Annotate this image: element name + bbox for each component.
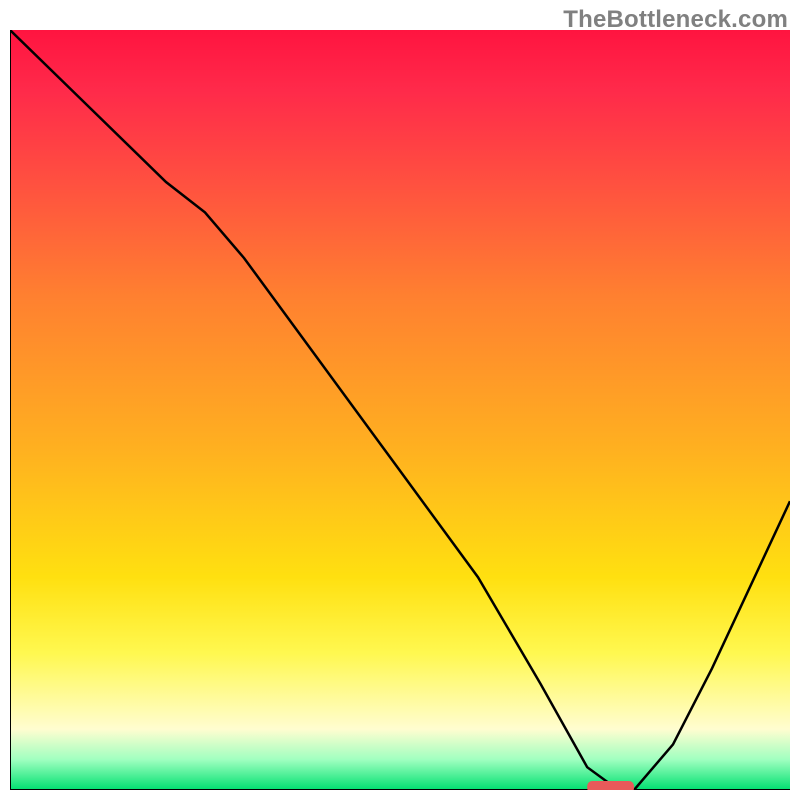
watermark-text: TheBottleneck.com [563,6,788,34]
bottleneck-curve [10,30,790,790]
chart-svg [10,30,790,790]
optimal-range-marker [587,781,634,790]
plot-area [10,30,790,790]
chart-container: TheBottleneck.com [0,0,800,800]
